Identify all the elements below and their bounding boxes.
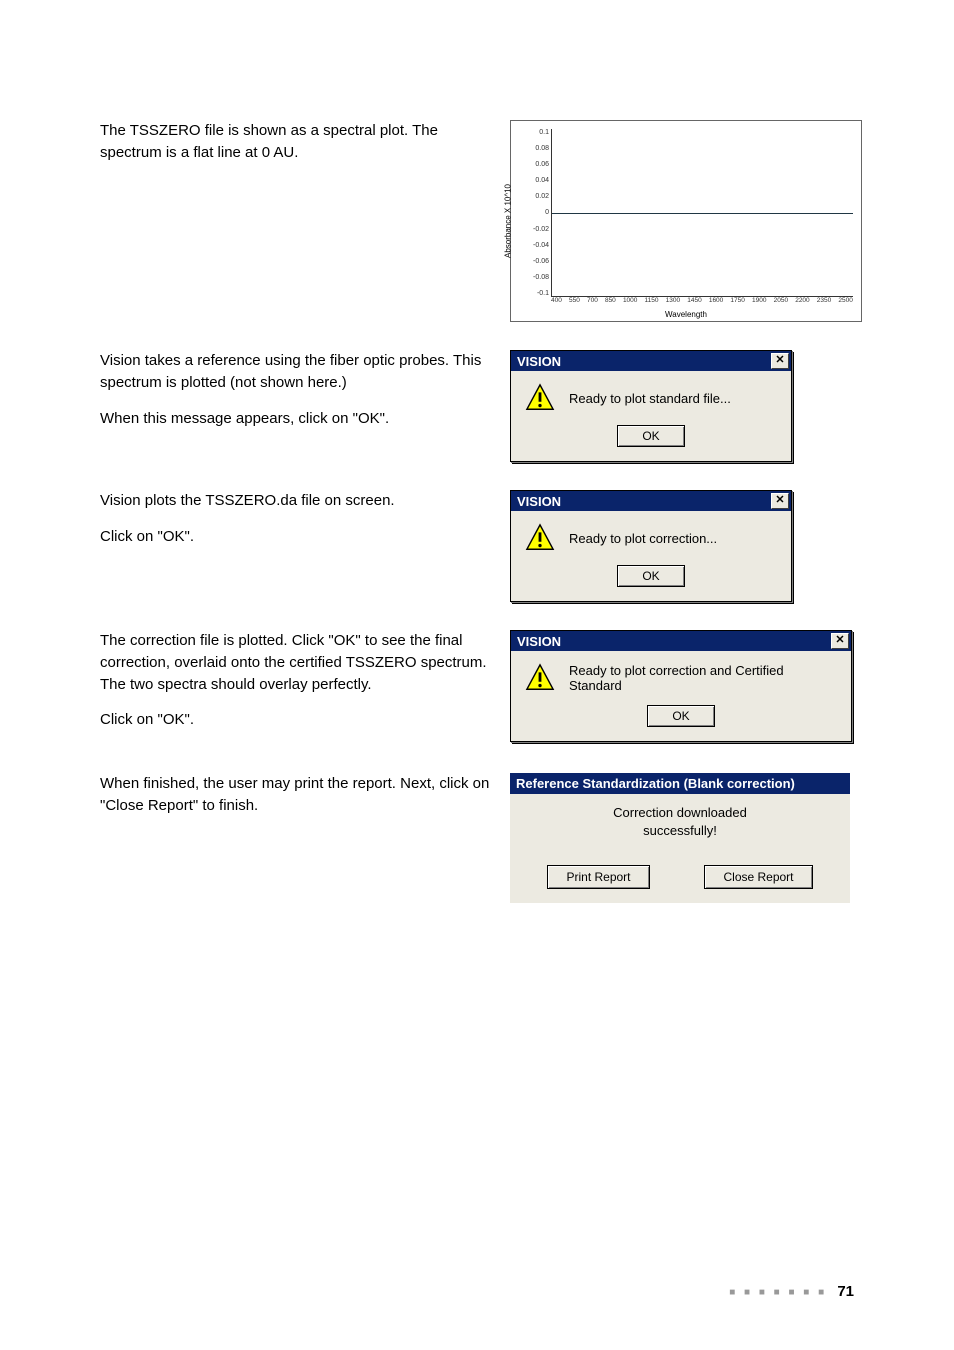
chart-zero-line xyxy=(552,213,853,214)
paragraph: The correction file is plotted. Click "O… xyxy=(100,630,500,695)
xtick: 550 xyxy=(569,297,580,307)
reference-standardization-panel: Reference Standardization (Blank correct… xyxy=(510,773,850,903)
dialog-body: Ready to plot standard file... xyxy=(511,371,791,419)
dialog-message: Ready to plot correction and Certified S… xyxy=(569,663,837,693)
row-ref-panel: When finished, the user may print the re… xyxy=(100,773,854,903)
xtick: 1300 xyxy=(666,297,680,307)
panel-title: Reference Standardization (Blank correct… xyxy=(510,773,850,794)
close-icon[interactable]: ✕ xyxy=(771,493,789,509)
xtick: 400 xyxy=(551,297,562,307)
xtick: 2200 xyxy=(795,297,809,307)
xtick: 1600 xyxy=(709,297,723,307)
text-block-4: The correction file is plotted. Click "O… xyxy=(100,630,510,745)
xtick: 1900 xyxy=(752,297,766,307)
ytick: -0.06 xyxy=(529,258,549,265)
xtick: 850 xyxy=(605,297,616,307)
ytick: 0.06 xyxy=(529,161,549,168)
vision-dialog-certified: VISION ✕ Ready to plot correction and Ce… xyxy=(510,630,852,742)
xtick: 1750 xyxy=(730,297,744,307)
xtick: 1450 xyxy=(687,297,701,307)
warning-icon xyxy=(525,383,555,413)
footer-dots-icon: ■ ■ ■ ■ ■ ■ ■ xyxy=(729,1287,827,1298)
xtick: 1150 xyxy=(645,297,659,307)
xtick: 700 xyxy=(587,297,598,307)
dialog-titlebar: VISION ✕ xyxy=(511,351,791,371)
ytick: 0.04 xyxy=(529,177,549,184)
paragraph: Click on "OK". xyxy=(100,526,500,548)
vision-dialog-standard: VISION ✕ Ready to plot standard file... … xyxy=(510,350,792,462)
dialog-titlebar: VISION ✕ xyxy=(511,631,851,651)
vision-dialog-correction: VISION ✕ Ready to plot correction... OK xyxy=(510,490,792,602)
ytick: -0.1 xyxy=(529,290,549,297)
paragraph: When finished, the user may print the re… xyxy=(100,773,500,817)
chart-x-ticks: 400 550 700 850 1000 1150 1300 1450 1600… xyxy=(551,297,853,307)
xtick: 2350 xyxy=(817,297,831,307)
dialog-message: Ready to plot correction... xyxy=(569,531,717,546)
chart-container: Absorbance X 10^10 0.1 0.08 0.06 0.04 0.… xyxy=(510,120,862,322)
chart-plot-area xyxy=(551,129,853,297)
xtick: 1000 xyxy=(623,297,637,307)
row-dialog-3: The correction file is plotted. Click "O… xyxy=(100,630,854,745)
paragraph: The TSSZERO file is shown as a spectral … xyxy=(100,120,500,164)
ytick: -0.08 xyxy=(529,274,549,281)
close-icon[interactable]: ✕ xyxy=(771,353,789,369)
close-report-button[interactable]: Close Report xyxy=(704,865,812,889)
page-number: 71 xyxy=(837,1283,854,1300)
paragraph: Vision takes a reference using the fiber… xyxy=(100,350,500,394)
row-dialog-2: Vision plots the TSSZERO.da file on scre… xyxy=(100,490,854,602)
dialog-title: VISION xyxy=(517,494,561,509)
ytick: -0.02 xyxy=(529,226,549,233)
page: The TSSZERO file is shown as a spectral … xyxy=(0,0,954,1350)
ok-button[interactable]: OK xyxy=(617,425,684,447)
chart-y-ticks: 0.1 0.08 0.06 0.04 0.02 0 -0.02 -0.04 -0… xyxy=(529,129,549,297)
warning-icon xyxy=(525,523,555,553)
panel-message-line: successfully! xyxy=(514,822,846,840)
chart-x-axis-label: Wavelength xyxy=(665,310,707,319)
paragraph: When this message appears, click on "OK"… xyxy=(100,408,500,430)
dialog-title: VISION xyxy=(517,634,561,649)
paragraph: Vision plots the TSSZERO.da file on scre… xyxy=(100,490,500,512)
ytick: 0.08 xyxy=(529,145,549,152)
print-report-button[interactable]: Print Report xyxy=(547,865,649,889)
ok-button[interactable]: OK xyxy=(617,565,684,587)
xtick: 2500 xyxy=(838,297,852,307)
panel-body: Correction downloaded successfully! xyxy=(510,794,850,841)
dialog-message: Ready to plot standard file... xyxy=(569,391,731,406)
panel-message-line: Correction downloaded xyxy=(514,804,846,822)
xtick: 2050 xyxy=(774,297,788,307)
page-footer: ■ ■ ■ ■ ■ ■ ■ 71 xyxy=(729,1283,854,1300)
ytick: -0.04 xyxy=(529,242,549,249)
text-block-2: Vision takes a reference using the fiber… xyxy=(100,350,510,443)
chart-y-axis-label: Absorbance X 10^10 xyxy=(504,184,513,258)
warning-icon xyxy=(525,663,555,693)
dialog-body: Ready to plot correction and Certified S… xyxy=(511,651,851,699)
row-dialog-1: Vision takes a reference using the fiber… xyxy=(100,350,854,462)
ytick: 0.02 xyxy=(529,193,549,200)
dialog-title: VISION xyxy=(517,354,561,369)
text-block-3: Vision plots the TSSZERO.da file on scre… xyxy=(100,490,510,562)
dialog-body: Ready to plot correction... xyxy=(511,511,791,559)
spectral-chart: Absorbance X 10^10 0.1 0.08 0.06 0.04 0.… xyxy=(510,120,862,322)
text-block-1: The TSSZERO file is shown as a spectral … xyxy=(100,120,510,178)
text-block-5: When finished, the user may print the re… xyxy=(100,773,510,831)
paragraph: Click on "OK". xyxy=(100,709,500,731)
ytick: 0.1 xyxy=(529,129,549,136)
ytick: 0 xyxy=(529,209,549,216)
ok-button[interactable]: OK xyxy=(647,705,714,727)
close-icon[interactable]: ✕ xyxy=(831,633,849,649)
dialog-titlebar: VISION ✕ xyxy=(511,491,791,511)
panel-buttons: Print Report Close Report xyxy=(510,841,850,903)
row-chart: The TSSZERO file is shown as a spectral … xyxy=(100,120,854,322)
